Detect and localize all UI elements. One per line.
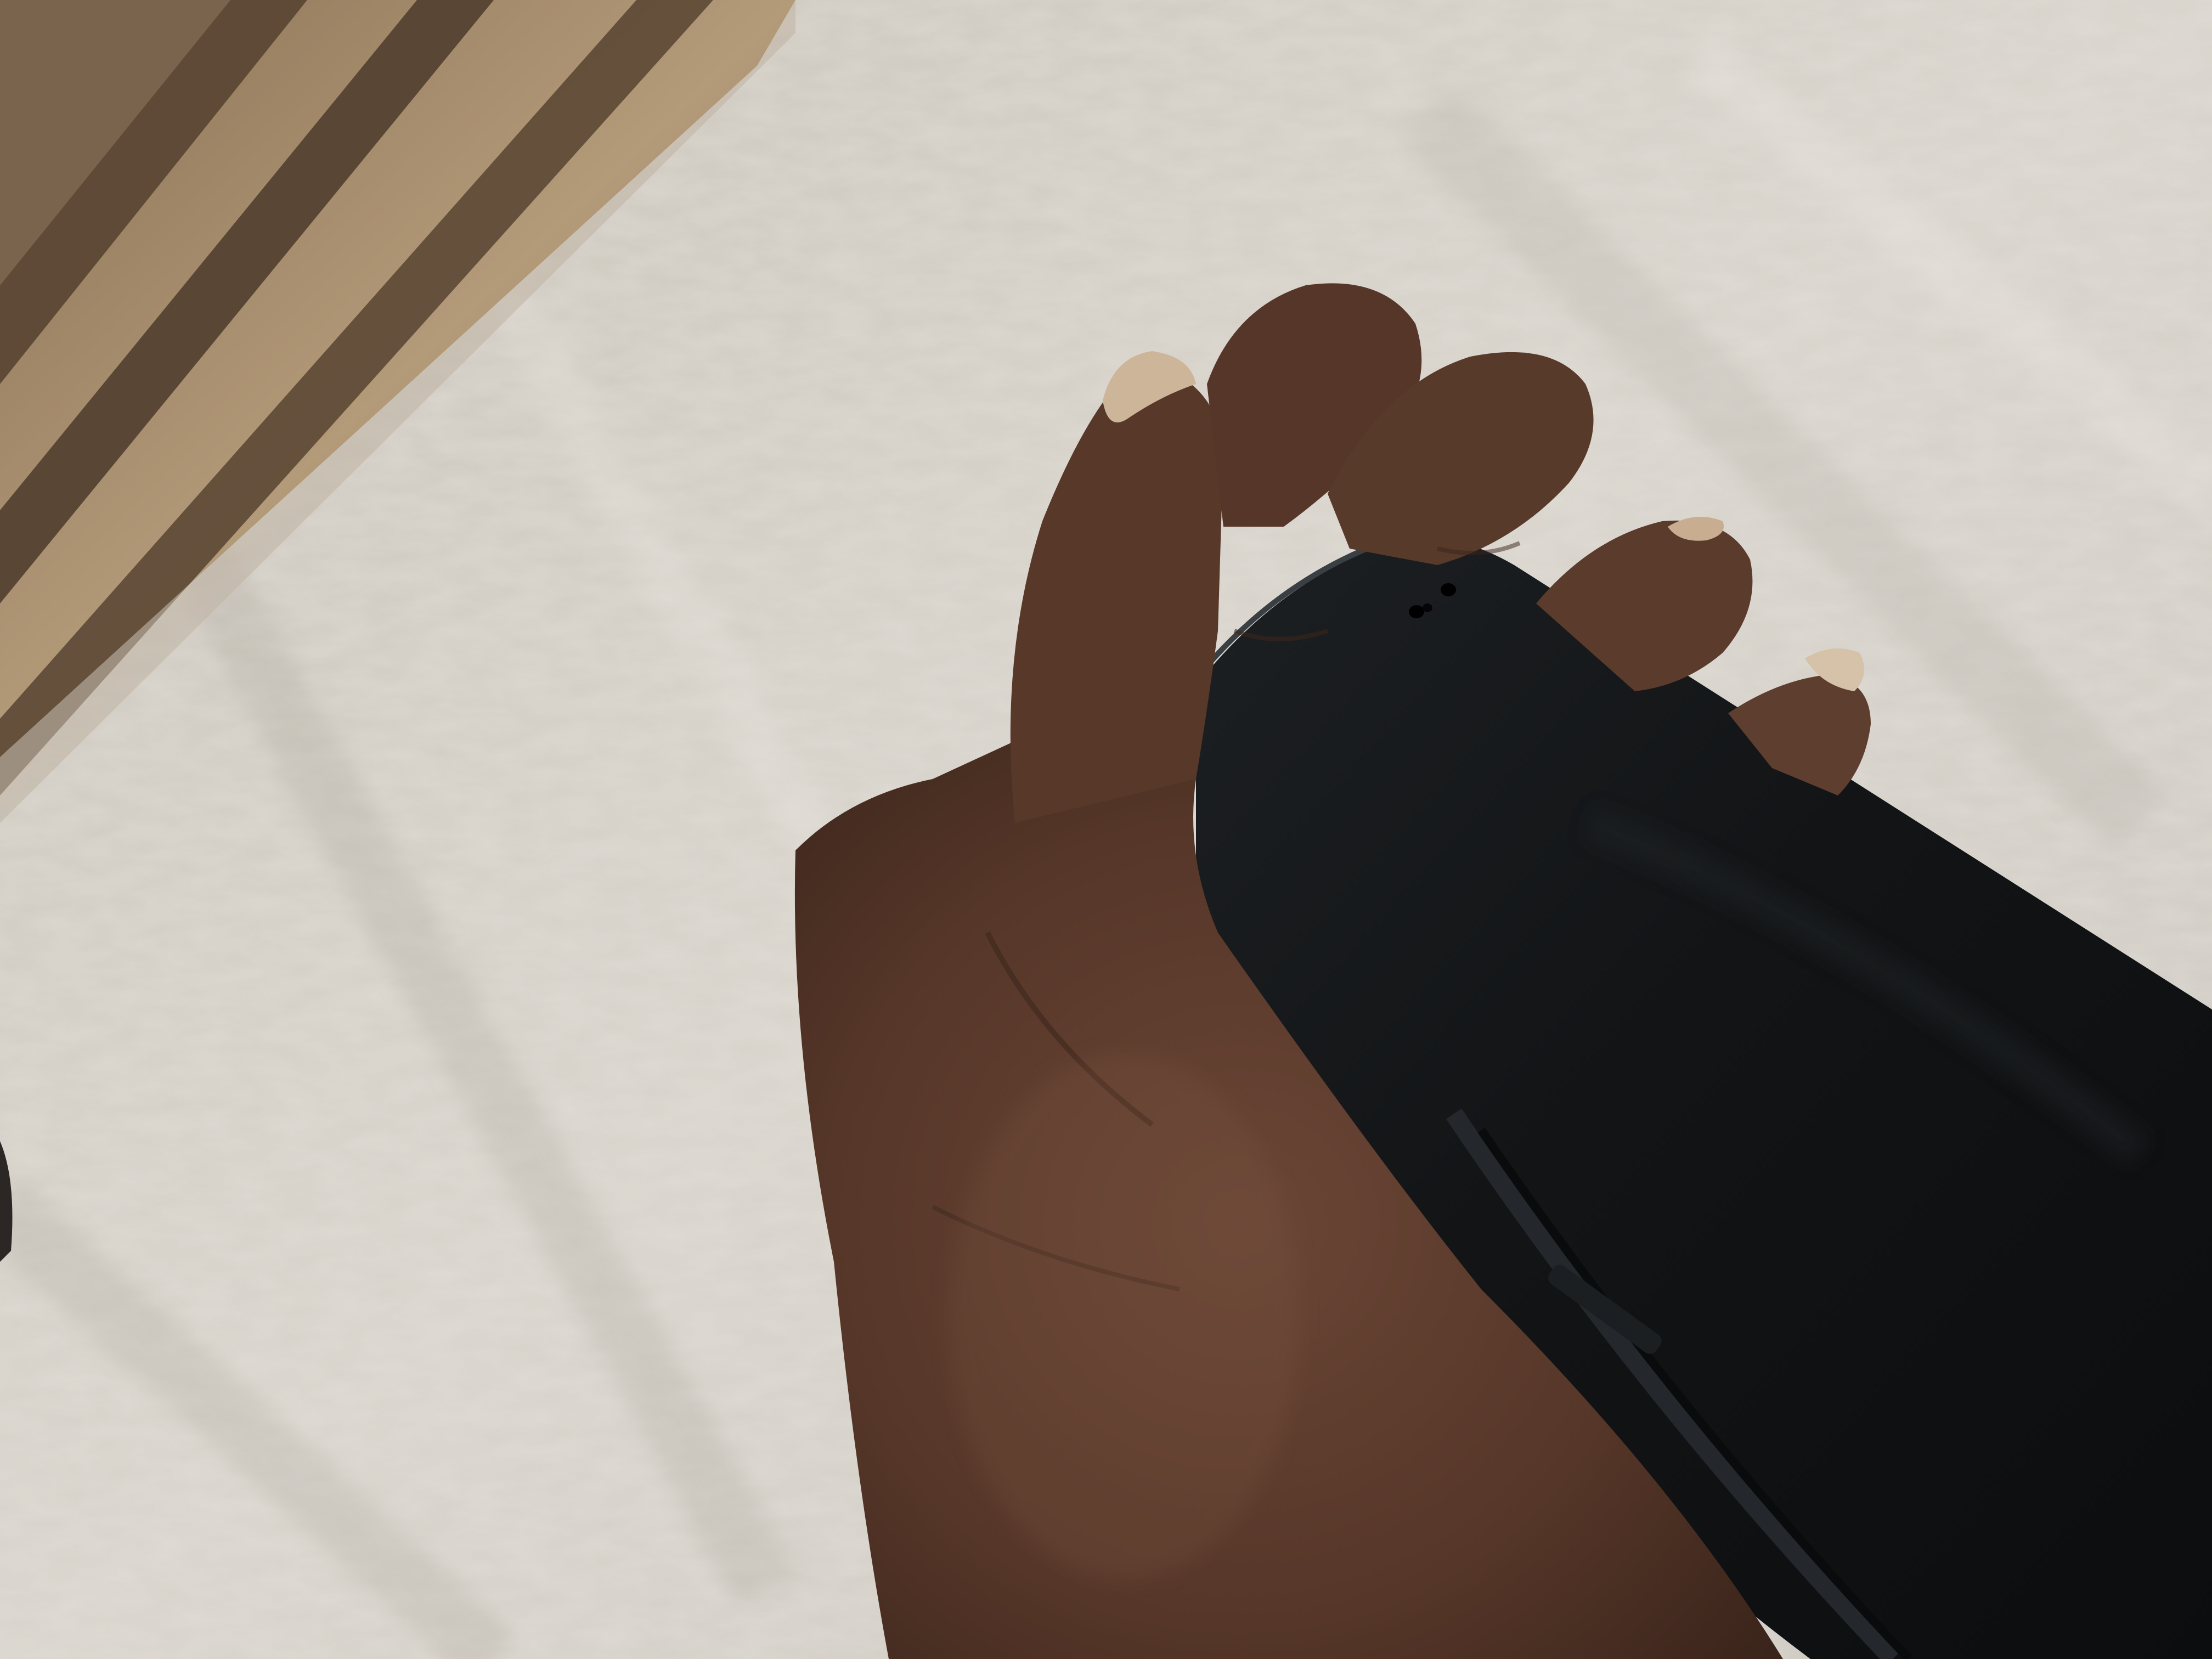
camera-dot — [1423, 603, 1432, 612]
photo-scene — [0, 0, 2212, 1659]
photo-canvas — [0, 0, 2212, 1659]
camera-dot — [1441, 583, 1456, 596]
camera-dot — [1409, 605, 1424, 618]
